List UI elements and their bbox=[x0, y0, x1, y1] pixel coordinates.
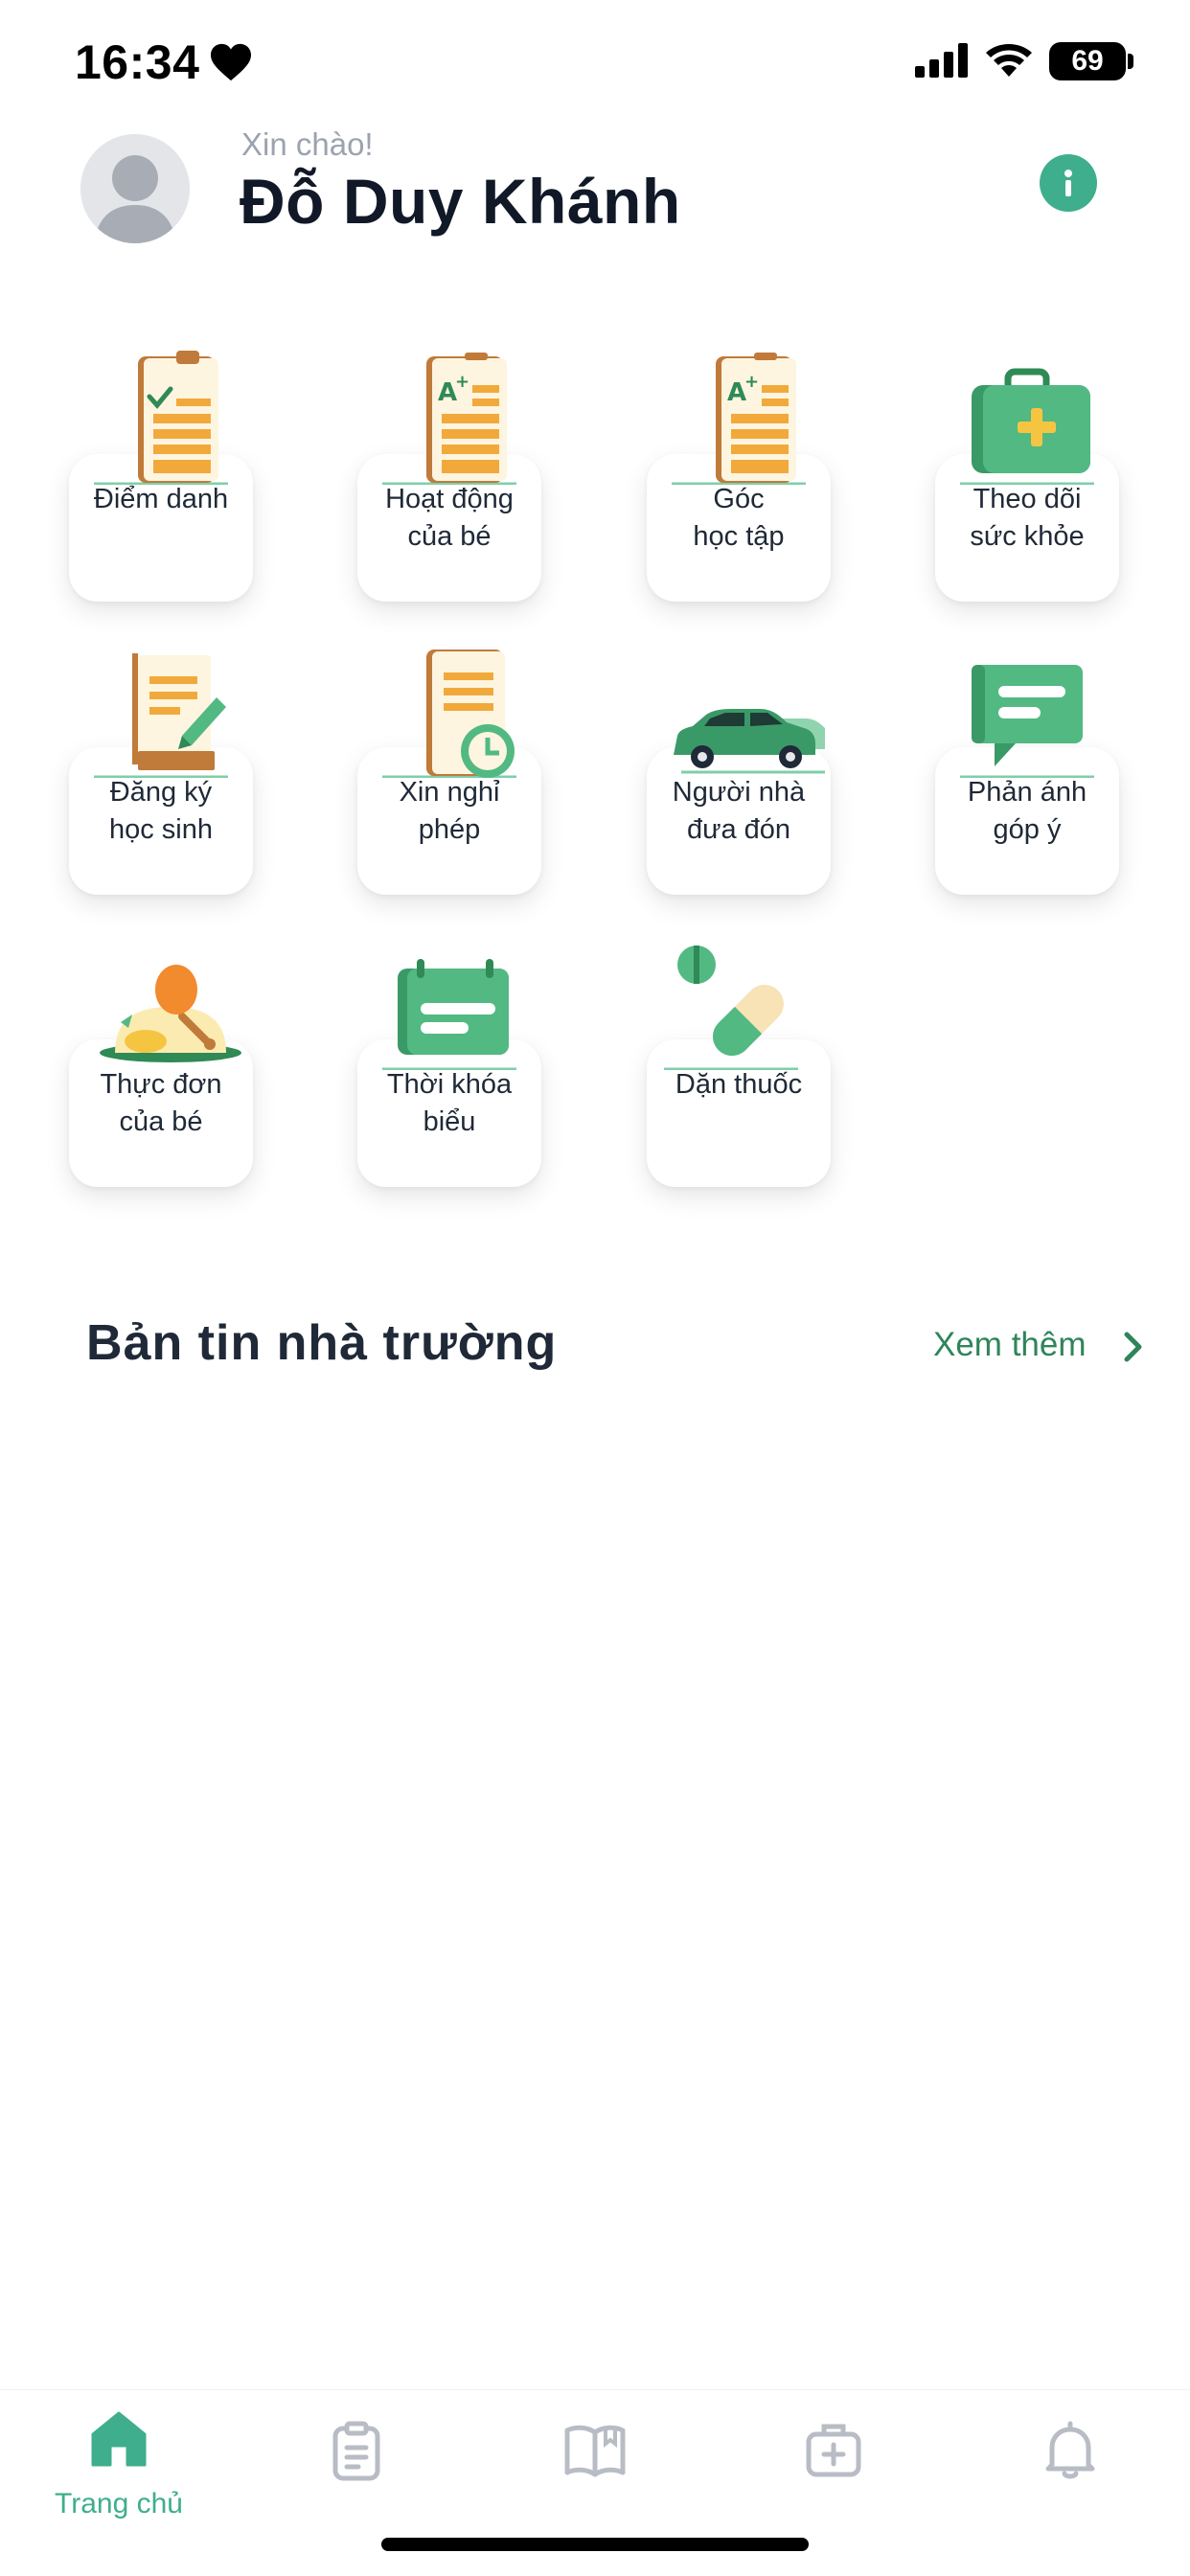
clipboard-icon bbox=[332, 2421, 380, 2481]
heart-icon bbox=[211, 43, 251, 81]
feature-label: Dặn thuốc bbox=[675, 1069, 803, 1100]
user-silhouette-icon bbox=[80, 134, 190, 243]
feature-label: Phản ánh góp ý bbox=[967, 777, 1087, 845]
timetable-icon bbox=[382, 959, 516, 1070]
tab-clipboard[interactable] bbox=[280, 2409, 433, 2534]
register-form-icon bbox=[94, 653, 228, 778]
bell-icon bbox=[1045, 2421, 1095, 2479]
menu-food-icon bbox=[100, 965, 241, 1062]
home-indicator bbox=[381, 2538, 809, 2551]
battery-cap bbox=[1128, 54, 1133, 69]
svg-text:+: + bbox=[744, 372, 759, 392]
status-bar: 16:34 69 bbox=[0, 0, 1190, 125]
tab-book[interactable] bbox=[518, 2409, 672, 2534]
user-name: Đỗ Duy Khánh bbox=[240, 166, 681, 237]
news-section-title: Bản tin nhà trường bbox=[86, 1315, 558, 1371]
leave-request-icon bbox=[382, 650, 516, 778]
feature-label: Đăng ký học sinh bbox=[108, 777, 213, 845]
feature-label: Góc học tập bbox=[693, 484, 785, 552]
attendance-clipboard-icon bbox=[94, 351, 228, 485]
feature-label: Theo dõi sức khỏe bbox=[970, 484, 1085, 552]
tab-home-label: Trang chủ bbox=[55, 2488, 183, 2519]
medicine-pill-icon bbox=[664, 946, 798, 1070]
battery-indicator: 69 bbox=[1049, 42, 1126, 80]
greeting-text: Xin chào! bbox=[241, 126, 374, 162]
feature-label: Hoạt động của bé bbox=[385, 484, 514, 552]
tab-home[interactable]: Trang chủ bbox=[42, 2409, 195, 2534]
learning-report-icon: A + bbox=[672, 353, 806, 485]
activity-report-icon: A + bbox=[382, 353, 516, 485]
svg-text:+: + bbox=[455, 372, 469, 392]
tab-notifications[interactable] bbox=[994, 2409, 1147, 2534]
info-button[interactable] bbox=[1040, 154, 1097, 212]
feature-label: Điểm danh bbox=[93, 484, 229, 514]
car-pickup-icon bbox=[674, 709, 825, 774]
status-time: 16:34 bbox=[75, 35, 200, 89]
medical-bag-icon bbox=[806, 2424, 861, 2477]
chevron-right-icon[interactable] bbox=[1121, 1329, 1146, 1365]
tab-health[interactable] bbox=[757, 2409, 910, 2534]
info-icon bbox=[1064, 170, 1072, 196]
feature-label: Xin nghỉ phép bbox=[399, 777, 500, 845]
home-icon bbox=[91, 2411, 147, 2467]
medical-kit-icon bbox=[960, 368, 1094, 485]
feedback-chat-icon bbox=[960, 665, 1094, 778]
see-more-link[interactable]: Xem thêm bbox=[933, 1326, 1087, 1364]
feature-label: Thực đơn của bé bbox=[100, 1069, 222, 1137]
book-icon bbox=[564, 2425, 626, 2477]
cellular-signal-icon bbox=[915, 43, 968, 78]
wifi-icon bbox=[986, 44, 1032, 77]
feature-label: Thời khóa biểu bbox=[386, 1069, 513, 1137]
avatar[interactable] bbox=[80, 134, 190, 243]
feature-label: Người nhà đưa đón bbox=[672, 777, 806, 845]
